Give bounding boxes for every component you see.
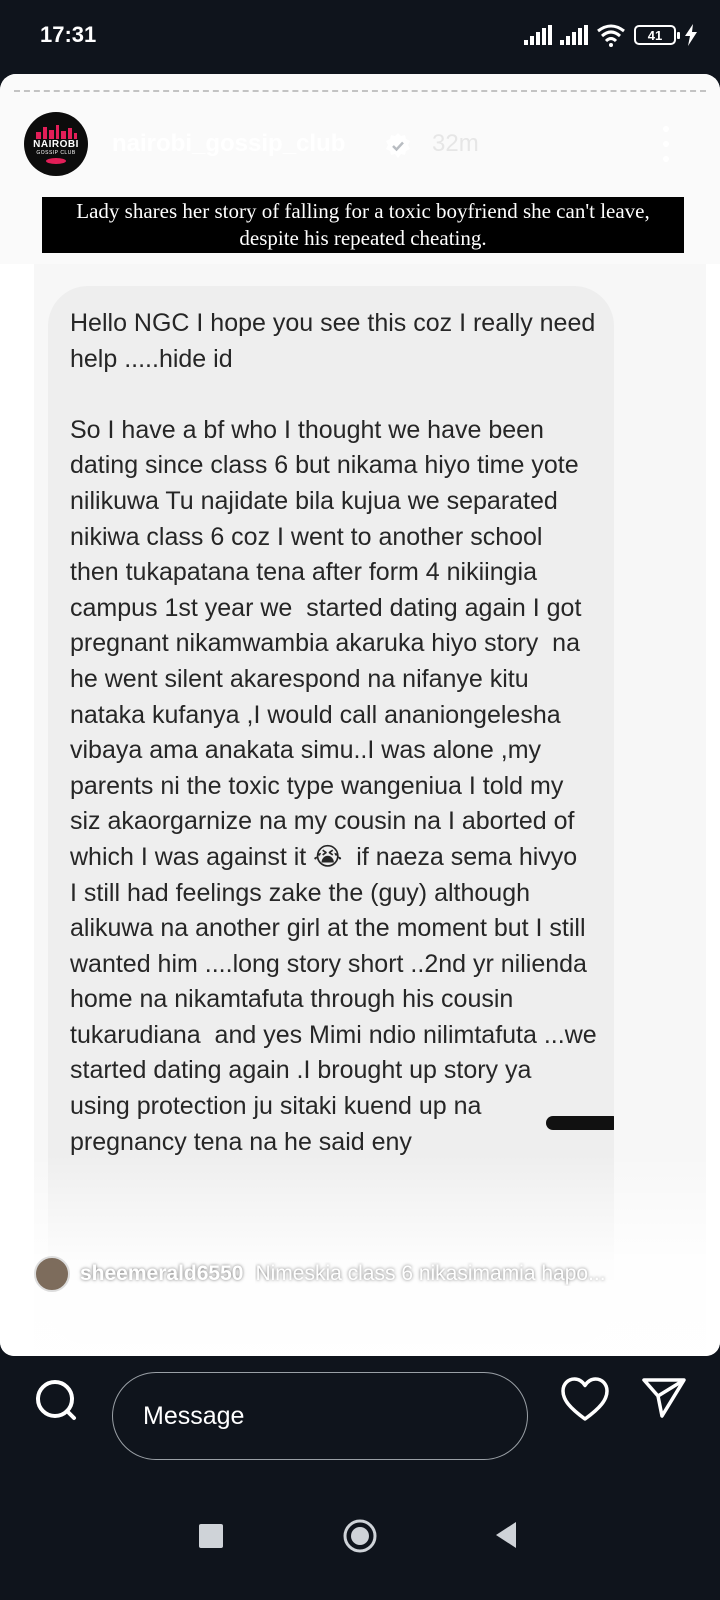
battery-level: 41	[647, 27, 663, 43]
verified-badge-icon	[386, 133, 410, 158]
avatar-brand-text: NAIROBI	[33, 138, 79, 150]
story-username[interactable]: nairobi_gossip_club	[112, 130, 345, 158]
battery-icon: 41	[634, 25, 680, 45]
account-avatar[interactable]: NAIROBI GOSSIP CLUB	[24, 112, 88, 176]
system-nav-bar	[0, 1486, 720, 1600]
signal-icon	[560, 25, 588, 45]
comment-text: Nimeskia class 6 nikasimamia hapo...	[255, 1262, 606, 1285]
status-bar: 17:31 41	[0, 0, 720, 72]
lips-icon	[46, 157, 66, 164]
story-caption: Lady shares her story of falling for a t…	[42, 197, 684, 253]
status-icons: 41	[524, 22, 698, 48]
send-icon[interactable]	[640, 1374, 688, 1422]
story-viewer[interactable]: NAIROBI GOSSIP CLUB nairobi_gossip_club …	[0, 74, 720, 1356]
charging-bolt-icon	[685, 24, 697, 46]
commenter-username: sheemerald6550	[80, 1262, 244, 1285]
heart-icon[interactable]	[560, 1376, 610, 1424]
home-icon[interactable]	[342, 1518, 378, 1554]
story-progress-bar	[14, 90, 706, 92]
message-input[interactable]	[112, 1372, 528, 1460]
message-text: Hello NGC I hope you see this coz I real…	[70, 309, 597, 1156]
reply-bar	[0, 1356, 720, 1486]
more-options-icon[interactable]	[660, 126, 672, 162]
story-timestamp: 32m	[432, 130, 479, 157]
skyline-icon	[34, 124, 78, 139]
back-icon[interactable]	[494, 1520, 518, 1550]
search-icon[interactable]	[34, 1378, 78, 1422]
wifi-icon	[597, 24, 625, 47]
avatar-brand-subtext: GOSSIP CLUB	[36, 149, 76, 156]
clock: 17:31	[40, 22, 97, 47]
commenter-avatar	[34, 1256, 70, 1292]
recent-apps-icon[interactable]	[199, 1524, 223, 1548]
censor-mark	[546, 1116, 614, 1130]
signal-icon	[524, 25, 552, 45]
story-comment[interactable]: sheemerald6550 Nimeskia class 6 nikasima…	[34, 1254, 645, 1294]
